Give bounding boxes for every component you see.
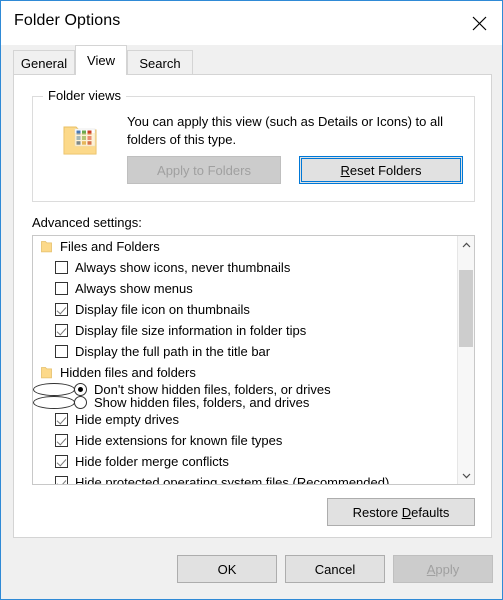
settings-checkbox-row[interactable]: Hide empty drives [33,409,459,430]
settings-row-label: Files and Folders [60,239,160,254]
checkbox-icon[interactable] [55,455,68,468]
settings-row-label: Always show menus [75,281,193,296]
title-bar: Folder Options [1,1,502,45]
settings-radio-row[interactable]: Show hidden files, folders, and drives [33,396,75,409]
settings-checkbox-row[interactable]: Display the full path in the title bar [33,341,459,362]
settings-category-row: Files and Folders [33,236,459,257]
tab-general[interactable]: General [13,50,75,75]
folder-category-icon [41,240,52,253]
checkbox-icon[interactable] [55,282,68,295]
folder-views-legend: Folder views [43,88,126,103]
ok-label: OK [218,562,237,577]
tab-strip: General View Search [1,45,503,75]
checkbox-icon[interactable] [55,476,68,484]
tab-view[interactable]: View [75,45,127,75]
checkbox-icon[interactable] [55,324,68,337]
settings-row-label: Hide extensions for known file types [75,433,282,448]
checkbox-icon[interactable] [55,261,68,274]
chevron-up-icon[interactable] [458,236,474,253]
folder-options-dialog: Folder Options General View Search Folde… [0,0,503,600]
settings-row-label: Hide protected operating system files (R… [75,475,389,484]
settings-checkbox-row[interactable]: Always show icons, never thumbnails [33,257,459,278]
checkbox-icon[interactable] [55,345,68,358]
settings-category-row: Hidden files and folders [33,362,459,383]
checkbox-icon[interactable] [55,303,68,316]
scrollbar-thumb[interactable] [459,270,473,347]
settings-checkbox-row[interactable]: Always show menus [33,278,459,299]
folder-category-icon [41,366,52,379]
settings-checkbox-row[interactable]: Hide protected operating system files (R… [33,472,459,484]
reset-folders-label: Reset Folders [341,163,422,178]
reset-folders-button[interactable]: Reset Folders [299,156,463,184]
cancel-label: Cancel [315,562,355,577]
reset-folders-rest: eset Folders [350,163,422,178]
advanced-settings-listbox[interactable]: Files and Folders Always show icons, neve… [32,235,475,485]
settings-row-label: Hide empty drives [75,412,179,427]
settings-checkbox-row[interactable]: Hide extensions for known file types [33,430,459,451]
folder-views-icon [61,123,99,157]
window-title: Folder Options [14,12,120,30]
apply-button[interactable]: Apply [393,555,493,583]
settings-checkbox-row[interactable]: Hide folder merge conflicts [33,451,459,472]
settings-row-label: Display file size information in folder … [75,323,306,338]
tab-page-view: Folder views You can apply t [13,74,492,538]
settings-row-label: Display the full path in the title bar [75,344,270,359]
chevron-down-icon[interactable] [458,467,474,484]
settings-checkbox-row[interactable]: Display file icon on thumbnails [33,299,459,320]
settings-row-label: Hide folder merge conflicts [75,454,229,469]
apply-to-folders-button[interactable]: Apply to Folders [127,156,281,184]
close-icon[interactable] [456,1,502,45]
settings-row-label: Hidden files and folders [60,365,196,380]
restore-defaults-label: Restore Defaults [353,505,450,520]
apply-label: Apply [427,562,460,577]
advanced-settings-rows: Files and Folders Always show icons, neve… [33,236,459,484]
apply-to-folders-label: Apply to Folders [157,163,251,178]
settings-radio-row[interactable]: Don't show hidden files, folders, or dri… [33,383,75,396]
folder-views-group: Folder views You can apply t [32,96,475,202]
radio-icon[interactable] [74,383,87,396]
reset-folders-accel: R [341,163,350,178]
restore-defaults-rest: efaults [411,505,449,520]
checkbox-icon[interactable] [55,413,68,426]
checkbox-icon[interactable] [55,434,68,447]
restore-defaults-accel: D [402,505,411,520]
settings-checkbox-row[interactable]: Display file size information in folder … [33,320,459,341]
folder-views-description: You can apply this view (such as Details… [127,113,463,149]
restore-defaults-button[interactable]: Restore Defaults [327,498,475,526]
dialog-footer: OK Cancel Apply [1,543,502,599]
tab-search[interactable]: Search [127,50,193,75]
settings-row-label: Display file icon on thumbnails [75,302,250,317]
advanced-settings-label: Advanced settings: [32,215,142,230]
radio-icon[interactable] [74,396,87,409]
settings-row-label: Show hidden files, folders, and drives [94,395,309,410]
ok-button[interactable]: OK [177,555,277,583]
advanced-settings-scrollbar[interactable] [457,236,474,484]
cancel-button[interactable]: Cancel [285,555,385,583]
settings-row-label: Always show icons, never thumbnails [75,260,290,275]
apply-rest: pply [435,562,459,577]
